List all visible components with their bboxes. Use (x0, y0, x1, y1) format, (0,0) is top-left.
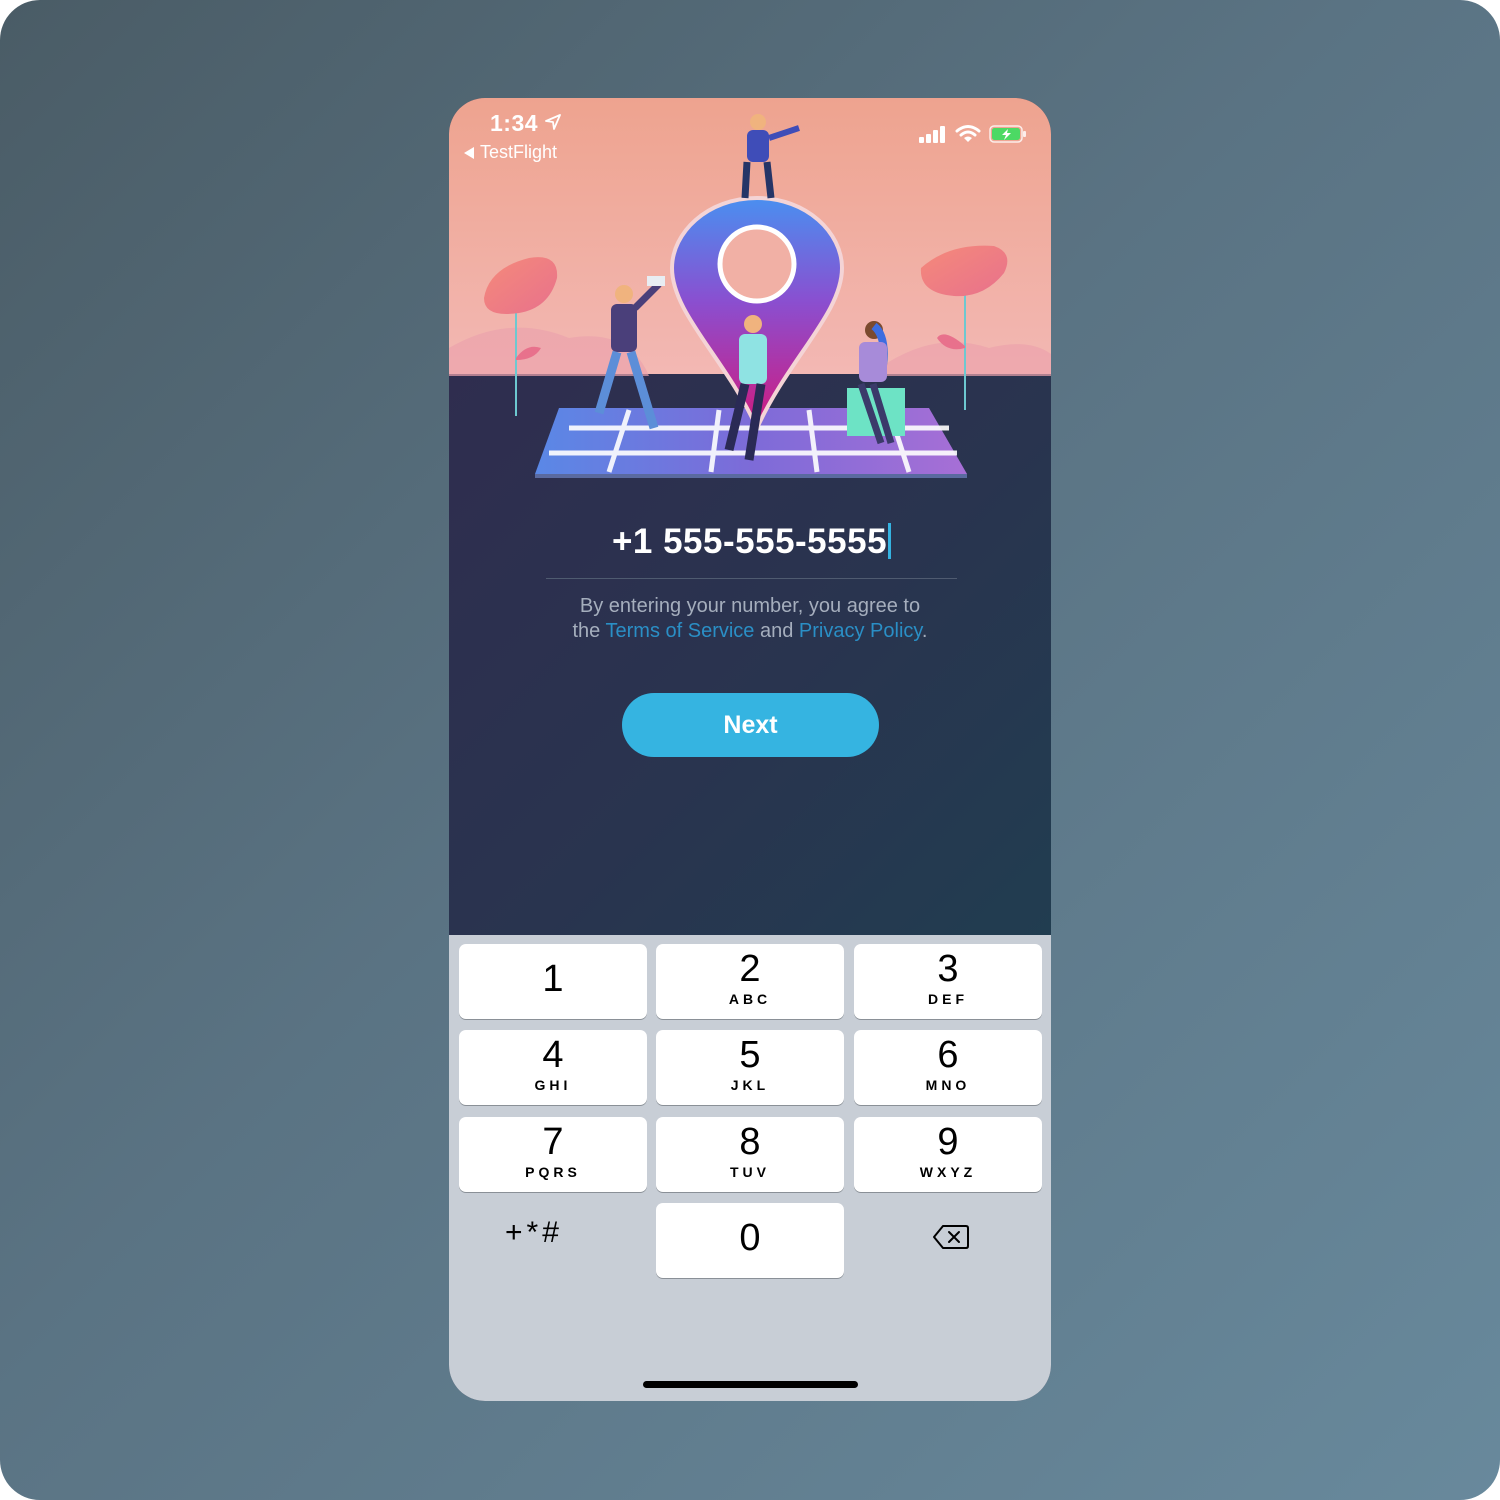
battery-charging-icon (989, 125, 1026, 143)
key-3[interactable]: 3 DEF (854, 944, 1042, 1019)
key-digit: 1 (542, 958, 564, 1000)
back-chevron-icon (464, 146, 474, 159)
key-digit: 5 (739, 1034, 761, 1076)
key-letters: JKL (730, 1077, 770, 1093)
delete-backspace-icon (933, 1225, 969, 1249)
status-indicators (919, 124, 1027, 144)
next-button[interactable]: Next (622, 693, 879, 757)
home-indicator[interactable] (643, 1381, 858, 1388)
terms-text-part2: and (754, 620, 799, 642)
key-8[interactable]: 8 TUV (656, 1117, 844, 1192)
signal-icon (919, 126, 945, 143)
key-5[interactable]: 5 JKL (656, 1030, 844, 1105)
key-7[interactable]: 7 PQRS (459, 1117, 647, 1192)
privacy-policy-link[interactable]: Privacy Policy (799, 620, 922, 642)
key-0[interactable]: 0 (656, 1203, 844, 1278)
terms-of-service-link[interactable]: Terms of Service (606, 620, 755, 642)
key-letters: DEF (928, 991, 968, 1007)
symbols-key[interactable]: +*# (505, 1216, 563, 1250)
key-1[interactable]: 1 (459, 944, 647, 1019)
key-6[interactable]: 6 MNO (854, 1030, 1042, 1105)
key-digit: 2 (739, 948, 761, 990)
status-time: 1:34 (490, 110, 539, 136)
key-digit: 7 (542, 1121, 564, 1163)
phone-number-value: +1 555-555-5555 (611, 522, 888, 561)
key-digit: 8 (739, 1121, 761, 1163)
key-digit: 6 (937, 1034, 959, 1076)
terms-text-part3: . (921, 620, 928, 642)
key-digit: 3 (937, 948, 959, 990)
key-letters: ABC (728, 991, 772, 1007)
location-arrow-icon (545, 114, 561, 130)
back-app-label: TestFlight (480, 142, 558, 162)
key-letters: WXYZ (919, 1164, 977, 1180)
numeric-keypad: 1 2 ABC 3 DEF 4 GHI 5 JKL 6 MNO 7 PQRS 8… (449, 935, 1051, 1401)
phone-number-input[interactable]: +1 555-555-5555 (546, 522, 957, 579)
wifi-icon (955, 125, 981, 142)
back-to-app-button[interactable]: TestFlight (464, 142, 557, 163)
delete-key[interactable] (932, 1224, 970, 1258)
text-caret (888, 523, 892, 559)
key-9[interactable]: 9 WXYZ (854, 1117, 1042, 1192)
key-letters: PQRS (525, 1164, 581, 1180)
key-letters: MNO (925, 1077, 971, 1093)
key-digit: 0 (739, 1217, 761, 1259)
terms-text: By entering your number, you agree to th… (569, 594, 931, 644)
key-letters: GHI (534, 1077, 572, 1093)
key-digit: 4 (542, 1034, 564, 1076)
key-digit: 9 (937, 1121, 959, 1163)
key-2[interactable]: 2 ABC (656, 944, 844, 1019)
key-letters: TUV (730, 1164, 770, 1180)
phone-screen: 1:34 TestFlight +1 555-555-5555 By enter… (449, 98, 1051, 1401)
key-4[interactable]: 4 GHI (459, 1030, 647, 1105)
